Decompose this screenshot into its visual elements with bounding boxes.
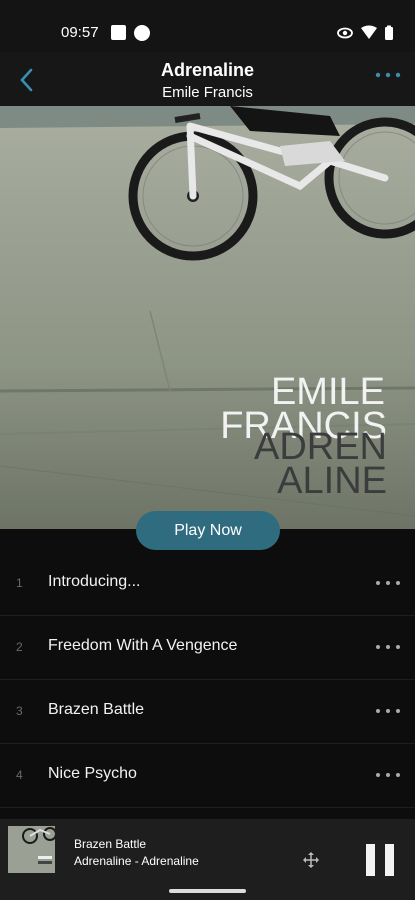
more-icon[interactable] <box>375 706 401 716</box>
track-row[interactable]: 1 Introducing... <box>0 552 415 616</box>
album-artwork: EMILE FRANCIS ADREN ALINE <box>0 106 415 529</box>
battery-icon <box>385 25 393 40</box>
more-icon[interactable] <box>375 70 401 80</box>
track-number: 4 <box>16 768 23 782</box>
more-icon[interactable] <box>375 578 401 588</box>
status-bar: 09:57 <box>0 0 415 52</box>
notification-circle-icon <box>134 25 150 41</box>
artist-name[interactable]: Emile Francis <box>0 84 415 101</box>
album-art-text-4: ALINE <box>277 460 387 502</box>
track-title: Freedom With A Vengence <box>48 637 238 654</box>
system-status-icons <box>337 25 393 40</box>
home-indicator[interactable] <box>169 889 246 893</box>
track-row[interactable]: 2 Freedom With A Vengence <box>0 616 415 680</box>
eye-icon <box>337 27 353 39</box>
track-number: 3 <box>16 704 23 718</box>
track-row[interactable]: 3 Brazen Battle <box>0 680 415 744</box>
track-title: Introducing... <box>48 573 141 590</box>
more-icon[interactable] <box>375 642 401 652</box>
album-header: Adrenaline Emile Francis <box>0 52 415 106</box>
more-icon[interactable] <box>375 770 401 780</box>
album-title: Adrenaline <box>160 60 255 80</box>
track-number: 2 <box>16 640 23 654</box>
status-time: 09:57 <box>61 24 99 41</box>
now-playing-subtitle: Adrenaline - Adrenaline <box>74 854 199 868</box>
track-title: Nice Psycho <box>48 765 137 782</box>
notification-square-icon <box>111 25 126 40</box>
move-icon[interactable] <box>301 850 321 870</box>
play-now-button[interactable]: Play Now <box>136 511 280 550</box>
track-title: Brazen Battle <box>48 701 145 718</box>
pause-icon[interactable] <box>364 843 396 877</box>
now-playing-title: Brazen Battle <box>74 837 147 851</box>
track-row[interactable]: 4 Nice Psycho <box>0 744 415 808</box>
mini-player[interactable]: Brazen Battle Adrenaline - Adrenaline <box>0 819 415 900</box>
wifi-icon <box>361 25 377 39</box>
track-number: 1 <box>16 576 23 590</box>
track-list: 1 Introducing... 2 Freedom With A Vengen… <box>0 552 415 808</box>
mini-album-thumbnail[interactable] <box>8 826 55 873</box>
